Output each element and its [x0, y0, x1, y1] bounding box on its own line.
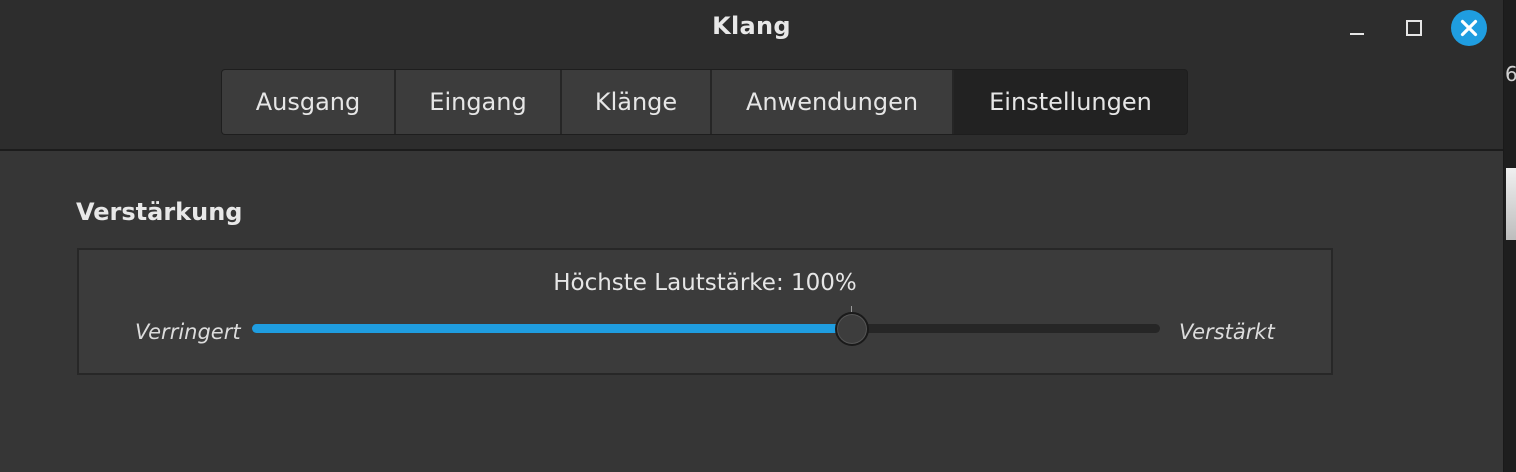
slider-max-label: Verstärkt	[1179, 320, 1275, 344]
tab-ausgang[interactable]: Ausgang	[222, 70, 396, 134]
close-icon	[1451, 10, 1487, 46]
amplification-panel: Höchste Lautstärke: 100% Verringert Vers…	[77, 248, 1333, 375]
background-partial-text: 6	[1505, 62, 1516, 86]
tab-einstellungen[interactable]: Einstellungen	[954, 70, 1187, 134]
window-title: Klang	[712, 12, 791, 40]
max-volume-label: Höchste Lautstärke: 100%	[553, 270, 857, 296]
tab-anwendungen[interactable]: Anwendungen	[712, 70, 954, 134]
background-thumbnail	[1506, 168, 1516, 240]
tab-klaenge[interactable]: Klänge	[562, 70, 712, 134]
tab-bar: Ausgang Eingang Klänge Anwendungen Einst…	[221, 69, 1188, 135]
tab-eingang[interactable]: Eingang	[396, 70, 562, 134]
maximize-button[interactable]	[1396, 10, 1432, 46]
slider-handle[interactable]	[835, 312, 870, 346]
minimize-button[interactable]	[1339, 10, 1375, 46]
sound-settings-window: Klang Ausgang Eingang Klänge Anwendungen…	[0, 0, 1504, 472]
slider-min-label: Verringert	[135, 320, 241, 344]
maximize-icon	[1406, 20, 1422, 36]
minimize-icon	[1350, 33, 1364, 35]
header-bar: Klang Ausgang Eingang Klänge Anwendungen…	[0, 0, 1503, 151]
section-title: Verstärkung	[76, 198, 243, 226]
close-button[interactable]	[1451, 10, 1487, 46]
max-volume-slider[interactable]	[252, 306, 1160, 346]
slider-fill	[252, 324, 852, 333]
